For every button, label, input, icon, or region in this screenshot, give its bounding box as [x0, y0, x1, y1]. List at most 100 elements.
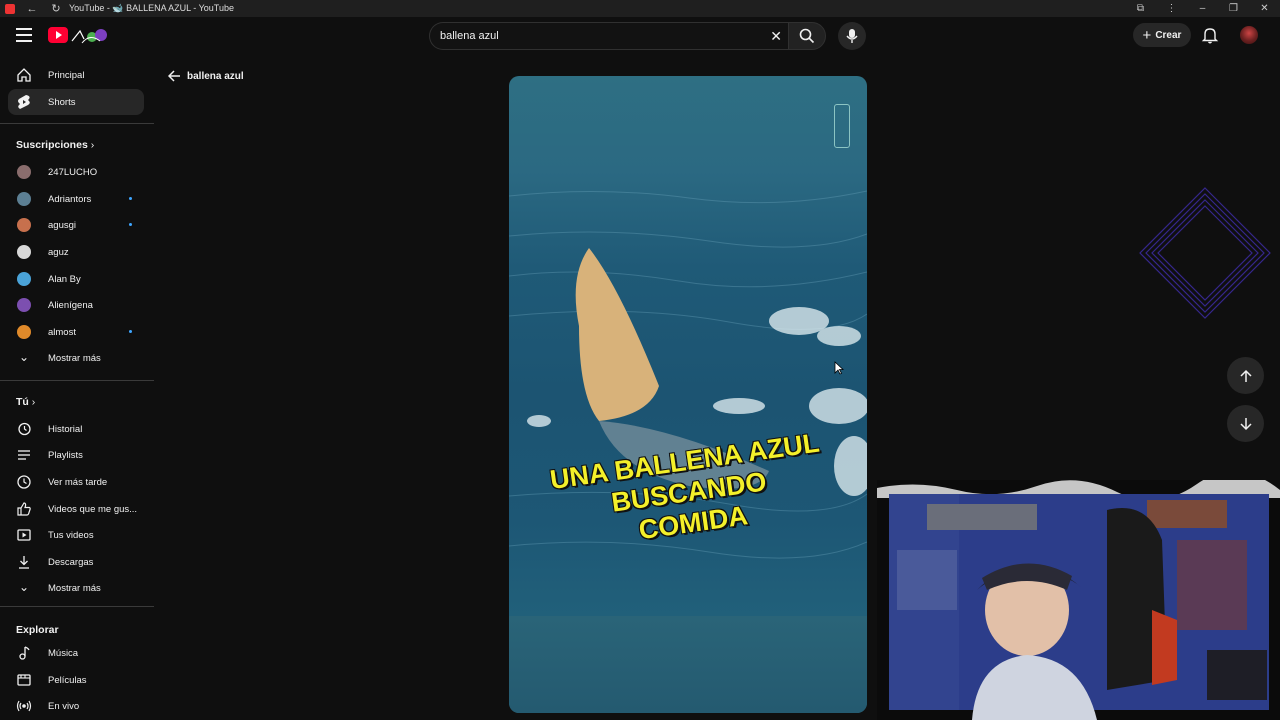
- divider: [0, 606, 154, 607]
- sidebar-item-label: Historial: [48, 423, 83, 435]
- shorts-icon: [18, 95, 30, 109]
- account-avatar[interactable]: [1240, 26, 1258, 44]
- video-bottom-area: [509, 616, 867, 713]
- extensions-icon[interactable]: ⧉: [1125, 3, 1156, 14]
- new-content-dot: [129, 223, 132, 226]
- sidebar-item-label: almost: [48, 326, 76, 338]
- sidebar-item-label: Mostrar más: [48, 352, 101, 364]
- restore-icon[interactable]: ❐: [1218, 3, 1249, 14]
- search-input[interactable]: [440, 28, 740, 44]
- avatar: [17, 272, 31, 286]
- next-short-button[interactable]: [1227, 405, 1264, 442]
- chevron-down-icon: ⌄: [18, 350, 30, 364]
- watch-later-icon: [17, 475, 31, 489]
- close-window-icon[interactable]: ✕: [1249, 3, 1280, 14]
- back-icon[interactable]: ←: [25, 3, 39, 15]
- sidebar-item-almost[interactable]: almost: [8, 319, 144, 345]
- divider: [0, 380, 154, 381]
- avatar: [17, 325, 31, 339]
- sidebar-item-historial[interactable]: Historial: [8, 416, 144, 442]
- reload-icon[interactable]: ↻: [49, 2, 63, 15]
- sidebar-item-agusgi[interactable]: agusgi: [8, 212, 144, 238]
- sidebar-item-label: Ver más tarde: [48, 476, 108, 488]
- sidebar-item-247lucho[interactable]: 247LUCHO: [8, 159, 144, 185]
- sidebar-item-label: Videos que me gus...: [48, 503, 138, 515]
- back-to-search[interactable]: ballena azul: [168, 70, 244, 82]
- sidebar-item-label: Películas: [48, 674, 87, 686]
- you-heading[interactable]: Tú ›: [16, 396, 35, 408]
- sidebar-item-aguz[interactable]: aguz: [8, 239, 144, 265]
- sidebar: Principal Shorts Suscripciones › 247LUCH…: [0, 62, 154, 720]
- explore-heading: Explorar: [16, 624, 59, 636]
- search-box: ✕: [429, 22, 788, 50]
- sidebar-item-ver-mas-tarde[interactable]: Ver más tarde: [8, 469, 144, 495]
- sidebar-item-label: En vivo: [48, 700, 80, 712]
- show-more-you[interactable]: ⌄ Mostrar más: [8, 575, 144, 601]
- new-content-dot: [129, 330, 132, 333]
- sidebar-item-tus-videos[interactable]: Tus videos: [8, 522, 144, 548]
- home-icon: [17, 68, 31, 82]
- sidebar-item-shorts[interactable]: Shorts: [8, 89, 144, 115]
- microphone-icon: [846, 29, 858, 43]
- notifications-bell-icon[interactable]: [1201, 26, 1219, 44]
- diamond-overlay-icon: [1139, 187, 1271, 319]
- sidebar-item-alan-by[interactable]: Alan By: [8, 266, 144, 292]
- menu-icon[interactable]: [16, 28, 32, 42]
- sidebar-item-principal[interactable]: Principal: [8, 62, 144, 88]
- sidebar-item-label: Tus videos: [48, 529, 94, 541]
- sidebar-item-label: 247LUCHO: [48, 166, 98, 178]
- avatar: [17, 298, 31, 312]
- sidebar-item-en-vivo[interactable]: En vivo: [8, 693, 144, 719]
- live-icon: [16, 700, 32, 712]
- sidebar-item-peliculas[interactable]: Películas: [8, 667, 144, 693]
- sidebar-item-playlists[interactable]: Playlists: [8, 442, 144, 468]
- sidebar-item-label: Shorts: [48, 96, 76, 108]
- chevron-right-icon: ›: [31, 396, 36, 408]
- avatar: [17, 192, 31, 206]
- show-more-subscriptions[interactable]: ⌄ Mostrar más: [8, 345, 144, 371]
- sidebar-item-label: Alienígena: [48, 299, 93, 311]
- subscriptions-heading[interactable]: Suscripciones ›: [16, 139, 94, 151]
- history-icon: [18, 422, 31, 436]
- masthead: ✕ + Crear: [0, 17, 1280, 55]
- sidebar-item-label: Música: [48, 647, 79, 659]
- minimize-icon[interactable]: –: [1187, 3, 1218, 14]
- sidebar-item-musica[interactable]: Música: [8, 640, 144, 666]
- avatar: [17, 218, 31, 232]
- sidebar-item-label: Descargas: [48, 556, 94, 568]
- divider: [0, 123, 154, 124]
- create-button[interactable]: + Crear: [1133, 23, 1191, 47]
- sidebar-item-descargas[interactable]: Descargas: [8, 549, 144, 575]
- back-label: ballena azul: [187, 70, 244, 82]
- arrow-left-icon: [168, 70, 180, 82]
- sidebar-item-label: agusgi: [48, 219, 76, 231]
- sidebar-item-videos-que-me-gustan[interactable]: Videos que me gus...: [8, 496, 144, 522]
- browser-titlebar: ← ↻ YouTube - 🐋 BALLENA AZUL - YouTube ⧉…: [0, 0, 1280, 17]
- doodle-logo-icon: [71, 29, 107, 44]
- search-icon: [799, 28, 815, 44]
- sidebar-item-label: Principal: [48, 69, 85, 81]
- create-label: Crear: [1155, 29, 1182, 41]
- movies-icon: [17, 674, 31, 686]
- search-button[interactable]: [788, 22, 826, 50]
- short-video-player[interactable]: UNA BALLENA AZUL BUSCANDO COMIDA: [509, 76, 867, 713]
- webcam-scene: [877, 480, 1280, 720]
- sidebar-item-label: Alan By: [48, 273, 81, 285]
- tab-title: YouTube - 🐋 BALLENA AZUL - YouTube: [69, 3, 234, 13]
- sidebar-item-alienigena[interactable]: Alienígena: [8, 292, 144, 318]
- avatar: [17, 165, 31, 179]
- phone-status-overlay: [834, 104, 850, 148]
- your-videos-icon: [17, 529, 31, 541]
- download-icon: [19, 556, 29, 569]
- youtube-logo[interactable]: [48, 27, 108, 45]
- like-icon: [17, 502, 31, 516]
- clear-search-icon[interactable]: ✕: [770, 28, 782, 45]
- voice-search-button[interactable]: [838, 22, 866, 50]
- youtube-favicon-icon: [5, 3, 15, 14]
- music-icon: [19, 646, 30, 660]
- plus-icon: +: [1142, 26, 1152, 44]
- previous-short-button[interactable]: [1227, 357, 1264, 394]
- sidebar-item-label: Playlists: [48, 449, 83, 461]
- sidebar-item-adriantors[interactable]: Adriantors: [8, 186, 144, 212]
- browser-menu-icon[interactable]: ⋮: [1156, 3, 1187, 14]
